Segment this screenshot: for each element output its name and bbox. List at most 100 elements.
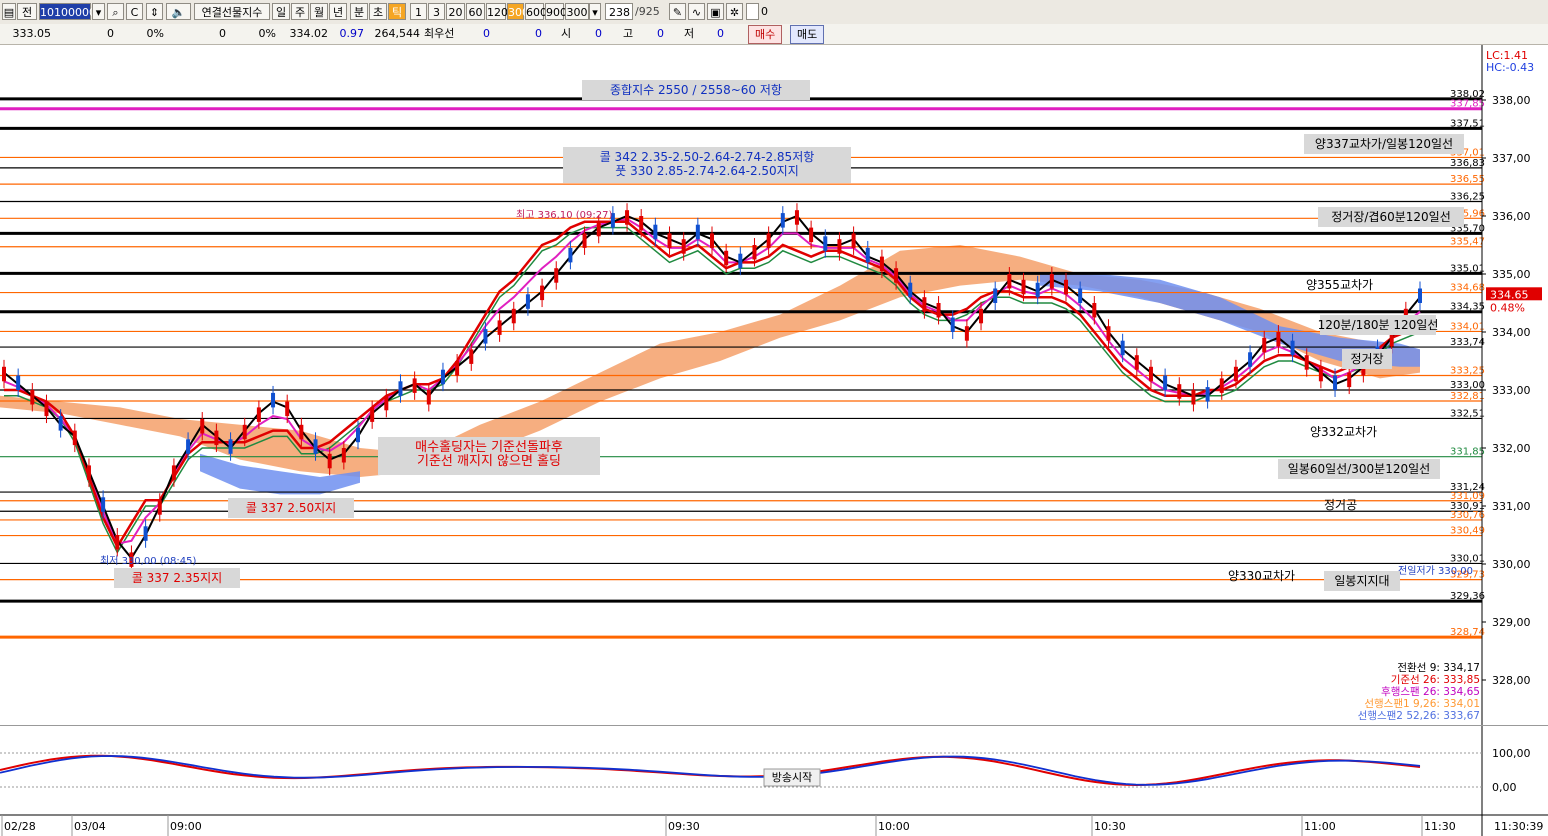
- candle-body: [186, 439, 191, 454]
- search-icon[interactable]: ⌕: [107, 3, 124, 20]
- candle-body: [72, 430, 77, 446]
- sell-button[interactable]: 매도: [790, 25, 825, 44]
- period-tick[interactable]: 틱: [388, 3, 406, 20]
- ann-r2: 정거장/겹60분120일선: [1318, 207, 1464, 227]
- ann-index-resist: 종합지수 2550 / 2558~60 저항: [582, 80, 810, 100]
- candle-body: [1219, 378, 1224, 393]
- interval-600[interactable]: 600: [525, 3, 547, 20]
- chevron-down-icon[interactable]: ▾: [92, 3, 105, 20]
- ann-r3: 양355교차가: [1306, 278, 1373, 292]
- ann-index-resist-text: 종합지수 2550 / 2558~60 저항: [610, 83, 782, 97]
- candle-body: [16, 375, 21, 390]
- interval-900[interactable]: 900: [545, 3, 567, 20]
- candle-body: [1049, 274, 1054, 289]
- ann-call-put-text: 풋 330 2.85-2.74-2.64-2.50지지: [615, 164, 799, 178]
- candle-body: [540, 285, 545, 301]
- period-year[interactable]: 년: [329, 3, 347, 20]
- interval-120[interactable]: 120: [486, 3, 508, 20]
- save-icon[interactable]: ▣: [707, 3, 724, 20]
- x-tick-label: 10:30: [1094, 820, 1126, 833]
- tab-label[interactable]: 전: [17, 3, 37, 20]
- y-tick-label: 331,00: [1492, 500, 1531, 513]
- candle-body: [242, 424, 247, 440]
- ann-low-mark: 최저 330,00 (08:45): [100, 555, 196, 567]
- y-tick-label: 333,00: [1492, 384, 1531, 397]
- period-month[interactable]: 월: [310, 3, 328, 20]
- buy-button[interactable]: 매수: [748, 25, 783, 44]
- quote-volume: 264,544: [374, 27, 421, 40]
- interval-input[interactable]: 300: [565, 3, 589, 20]
- checkbox[interactable]: [746, 3, 759, 20]
- candle-body: [794, 210, 799, 225]
- settings-icon[interactable]: ✲: [726, 3, 743, 20]
- interval-60[interactable]: 60: [466, 3, 485, 20]
- candle-body: [1092, 303, 1097, 318]
- candle-body: [44, 401, 49, 417]
- candle-body: [596, 221, 601, 237]
- level-label: 334,01: [1450, 321, 1485, 332]
- open-label: 시: [561, 27, 572, 40]
- candle-body: [398, 381, 403, 396]
- ann-hold: 매수홀딩자는 기준선돌파후기준선 깨지지 않으면 홀딩: [378, 437, 600, 475]
- ann-prev-low: 전일저가 330,00: [1398, 565, 1473, 577]
- ann-r5: 정거장: [1342, 349, 1392, 369]
- interval-dropdown-icon[interactable]: ▾: [589, 3, 601, 20]
- level-label: 328,74: [1450, 627, 1485, 638]
- symbol-name[interactable]: 연결선물지수: [194, 3, 270, 20]
- indicator-icon[interactable]: ∿: [688, 3, 705, 20]
- x-tick-label: 11:00: [1304, 820, 1336, 833]
- ann-r5-text: 정거장: [1350, 352, 1383, 366]
- period-second[interactable]: 초: [369, 3, 387, 20]
- candle-body: [752, 245, 757, 260]
- ann-call-235: 콜 337 2.35지지: [114, 568, 240, 588]
- candle-body: [837, 239, 842, 254]
- quote-v2: 0: [219, 27, 226, 40]
- candle-body: [809, 227, 814, 243]
- candle-body: [936, 303, 941, 318]
- spinner-icon[interactable]: ⇕: [146, 3, 163, 20]
- level-label: 331,09: [1450, 491, 1485, 502]
- candle-body: [695, 224, 700, 240]
- y-tick-label: 330,00: [1492, 558, 1531, 571]
- ann-call-250-text: 콜 337 2.50지지: [246, 501, 336, 515]
- candle-body: [554, 268, 559, 283]
- candle-body: [851, 233, 856, 248]
- candle-body: [313, 439, 318, 454]
- quote-v2-pct: 0%: [258, 27, 276, 40]
- y-tick-label: 336,00: [1492, 210, 1531, 223]
- interval-1[interactable]: 1: [410, 3, 427, 20]
- count-input[interactable]: 238: [605, 3, 633, 20]
- ann-r1-text: 양337교차가/일봉120일선: [1315, 137, 1453, 151]
- candle-body: [1134, 355, 1139, 370]
- interval-3[interactable]: 3: [428, 3, 445, 20]
- candle-body: [1007, 274, 1012, 289]
- currency-icon[interactable]: C: [126, 3, 143, 20]
- interval-20[interactable]: 20: [446, 3, 465, 20]
- candle-body: [171, 465, 176, 480]
- x-tick-label: 02/28: [4, 820, 36, 833]
- menu-icon[interactable]: ▤: [2, 3, 16, 20]
- candle-body: [426, 390, 431, 405]
- low-label: 저: [684, 27, 695, 40]
- y-tick-label: 334,00: [1492, 326, 1531, 339]
- period-day[interactable]: 일: [272, 3, 290, 20]
- ann-call-put: 콜 342 2.35-2.50-2.64-2.74-2.85저항풋 330 2.…: [563, 147, 851, 183]
- period-week[interactable]: 주: [291, 3, 309, 20]
- period-minute[interactable]: 분: [350, 3, 368, 20]
- candle-body: [1418, 288, 1422, 303]
- candle-body: [285, 401, 290, 417]
- tools-icon[interactable]: ✎: [669, 3, 686, 20]
- ann-r7-text: 일봉60일선/300분120일선: [1288, 462, 1430, 476]
- y-tick-label: 332,00: [1492, 442, 1531, 455]
- interval-300[interactable]: 300: [507, 3, 529, 20]
- candle-body: [256, 407, 261, 422]
- candle-body: [86, 465, 91, 480]
- chart-area[interactable]: 338,02337,85337,51337,01336,83336,55336,…: [0, 45, 1548, 836]
- candle-body: [2, 366, 6, 382]
- candle-body: [766, 233, 771, 248]
- sub-ytick-label: 100,00: [1492, 747, 1531, 760]
- level-label: 330,01: [1450, 553, 1485, 564]
- speaker-icon[interactable]: 🔈: [166, 3, 191, 20]
- x-tick-label: 11:30: [1424, 820, 1456, 833]
- code-input[interactable]: 101000000: [39, 3, 103, 20]
